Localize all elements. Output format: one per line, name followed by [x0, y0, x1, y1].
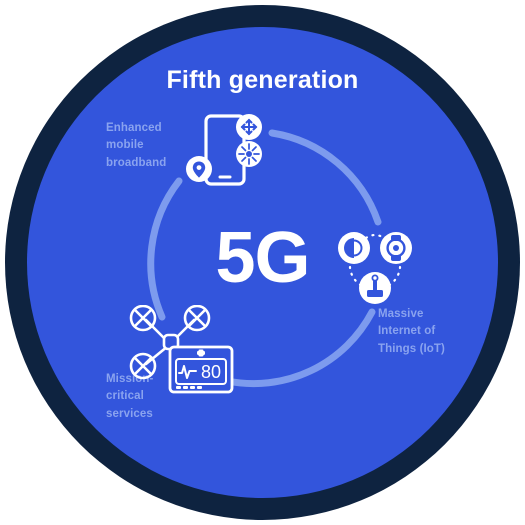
label-line-3: broadband [106, 156, 167, 169]
label-line-3: Things (IoT) [378, 342, 445, 355]
location-pin-icon [186, 156, 212, 182]
label-enhanced-mobile-broadband: Enhanced mobile broadband [106, 120, 192, 172]
sunburst-icon [236, 141, 262, 167]
smartwatch-icon [380, 232, 412, 264]
vital-signs-monitor-icon: 80 [168, 345, 234, 394]
icon-group-mission-critical: 80 [124, 304, 236, 395]
infographic-canvas: Fifth generation 5G Enhanced mobile broa… [0, 0, 525, 525]
monitor-reading: 80 [201, 362, 221, 382]
label-massive-internet-of-things: Massive Internet of Things (IoT) [378, 306, 478, 358]
move-arrows-icon [236, 114, 262, 140]
icon-group-massive-iot [336, 226, 414, 304]
center-wordmark-5g: 5G [215, 218, 310, 298]
label-line-1: Enhanced [106, 122, 162, 134]
label-line-3: services [106, 407, 153, 420]
label-line-2: Internet of [378, 325, 436, 338]
label-line-1: Massive [378, 308, 424, 320]
sensor-antenna-icon [359, 272, 391, 304]
page-title: Fifth generation [166, 66, 359, 94]
label-line-2: mobile [106, 139, 144, 152]
speaker-icon [338, 232, 370, 264]
icon-group-enhanced-mobile-broadband [186, 110, 270, 190]
